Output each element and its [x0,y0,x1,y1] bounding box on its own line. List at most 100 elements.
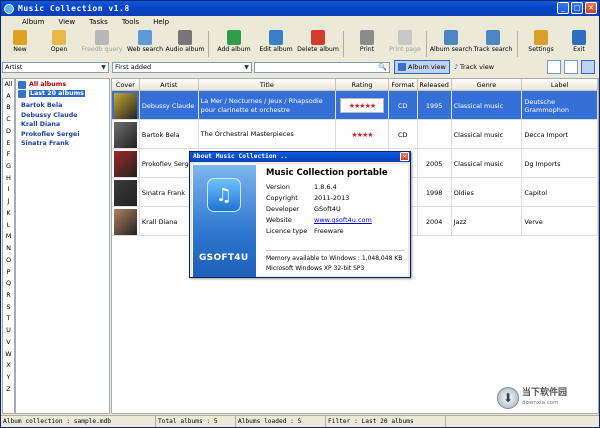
edit-album-icon [269,30,283,45]
toolbar-new-button[interactable]: New [1,29,39,59]
about-title-bar[interactable]: About Music Collection .. ✕ [190,152,410,162]
album-cover-image [114,208,137,235]
released-cell: 2005 [418,149,452,178]
toolbar-web-search-button[interactable]: Web search [125,29,165,59]
letter-index-item[interactable]: I [3,184,14,196]
field-select[interactable]: Artist ▼ [2,61,109,73]
column-header-artist[interactable]: Artist [140,79,199,91]
letter-index-item[interactable]: L [3,220,14,232]
released-cell [418,120,452,149]
tree-last-20-albums[interactable]: Last 20 albums [16,89,109,98]
letter-index-item[interactable]: G [3,161,14,173]
add-album-icon [227,30,241,45]
letter-index-item[interactable]: O [3,255,14,267]
letter-index-item[interactable]: V [3,337,14,349]
letter-index-item[interactable]: U [3,325,14,337]
preset-select[interactable]: First added ▼ [112,61,252,73]
letter-index-item[interactable]: E [3,138,14,150]
copyright-label: Copyright [266,194,298,202]
tree-artist-item[interactable]: Prokofiev Sergei [16,130,109,140]
letter-index-item[interactable]: W [3,349,14,361]
title-text: La Mer / Nocturnes / Jeux / Rhapsodie po… [200,96,323,114]
letter-index-item[interactable]: T [3,313,14,325]
toolbar-settings-button[interactable]: Settings [521,29,561,59]
about-close-button[interactable]: ✕ [400,152,409,161]
tree-all-albums[interactable]: All albums [16,80,109,89]
track-view-button[interactable]: ♪ Track view [450,60,498,74]
menu-tools[interactable]: Tools [115,18,146,26]
watermark: ⬇ 当下软件园 downxia.com [497,381,597,415]
column-header-genre[interactable]: Genre [452,79,523,91]
about-brand: GSOFT4U [199,253,249,263]
letter-index-item[interactable]: H [3,173,14,185]
toolbar-album-search-button[interactable]: Album search [430,29,472,59]
title-bar[interactable]: Music Collection v1.8 _ □ ✕ [1,1,599,16]
letter-index-item[interactable]: R [3,290,14,302]
search-icon[interactable]: 🔍 [378,63,387,71]
letter-index-item[interactable]: D [3,126,14,138]
menu-album[interactable]: Album [15,18,51,26]
toolbar-delete-album-button[interactable]: Delete album [296,29,340,59]
letter-index-item[interactable]: Q [3,278,14,290]
details-view-icon[interactable] [547,60,561,74]
menu-help[interactable]: Help [146,18,176,26]
website-link[interactable]: www.gsoft4u.com [314,216,372,224]
licence-label: Licence type [266,227,308,235]
letter-index-item[interactable]: P [3,267,14,279]
toolbar-audio-album-button[interactable]: Audio album [165,29,205,59]
toolbar-edit-album-button[interactable]: Edit album [256,29,296,59]
toolbar-freedb-query-button[interactable]: Freedb query [79,29,125,59]
letter-index-item[interactable]: X [3,360,14,372]
letter-index-item[interactable]: Y [3,372,14,384]
column-header-format[interactable]: Format [389,79,418,91]
toolbar-add-album-button[interactable]: Add album [212,29,256,59]
close-button[interactable]: ✕ [585,2,597,14]
column-header-cover[interactable]: Cover [112,79,140,91]
tree-artist-item[interactable]: Bartok Bela [16,101,109,111]
letter-index-item[interactable]: C [3,114,14,126]
letter-index-item[interactable]: S [3,302,14,314]
tree-artist-item[interactable]: Sinatra Frank [16,139,109,149]
toolbar-track-search-button[interactable]: Track search [472,29,514,59]
menu-view[interactable]: View [51,18,82,26]
status-filter: Filter : Last 20 albums [326,416,446,427]
minimize-button[interactable]: _ [557,2,569,14]
letter-index-item[interactable]: M [3,231,14,243]
new-icon [13,30,27,45]
genre-text: Classical music [453,101,504,110]
letter-index-item[interactable]: Z [3,384,14,396]
column-header-released[interactable]: Released [418,79,452,91]
list-view-icon[interactable] [581,60,595,74]
grid-view-icon[interactable] [564,60,578,74]
maximize-button[interactable]: □ [571,2,583,14]
letter-index-item[interactable]: F [3,149,14,161]
tree-artist-item[interactable]: Debussy Claude [16,111,109,121]
tree-artist-item[interactable]: Krall Diana [16,120,109,130]
status-bar: Album collection : sample.mdb Total albu… [1,415,599,427]
album-row[interactable]: Debussy Claude La Mer / Nocturnes / Jeux … [112,91,598,120]
title-cell: The Orchestral Masterpieces [199,120,337,149]
letter-index-item[interactable]: J [3,196,14,208]
letter-index-item[interactable]: A [3,91,14,103]
toolbar-open-button[interactable]: Open [39,29,79,59]
app-window: Music Collection v1.8 _ □ ✕ Album View T… [0,0,600,428]
letter-index-item[interactable]: B [3,102,14,114]
toolbar-print-button[interactable]: Print [347,29,387,59]
column-header-title[interactable]: Title [199,79,337,91]
album-cover-image [114,150,137,177]
rating-stars[interactable]: ★★★★★ [339,98,384,113]
letter-index-item[interactable]: All [3,79,14,91]
column-header-rating[interactable]: Rating [336,79,389,91]
copyright-value: 2011-2013 [314,194,350,202]
album-cover-image [114,179,137,206]
album-row[interactable]: Bartok Bela The Orchestral Masterpieces ★★… [112,120,598,149]
letter-index-item[interactable]: K [3,208,14,220]
rating-stars[interactable]: ★★★★ [351,131,373,139]
toolbar-print-page-button[interactable]: Print page [387,29,423,59]
search-input[interactable]: 🔍 [254,61,390,73]
letter-index-item[interactable]: N [3,243,14,255]
menu-tasks[interactable]: Tasks [82,18,115,26]
column-header-label[interactable]: Label [522,79,598,91]
toolbar-exit-button[interactable]: Exit [561,29,597,59]
album-view-button[interactable]: Album view [394,60,450,74]
